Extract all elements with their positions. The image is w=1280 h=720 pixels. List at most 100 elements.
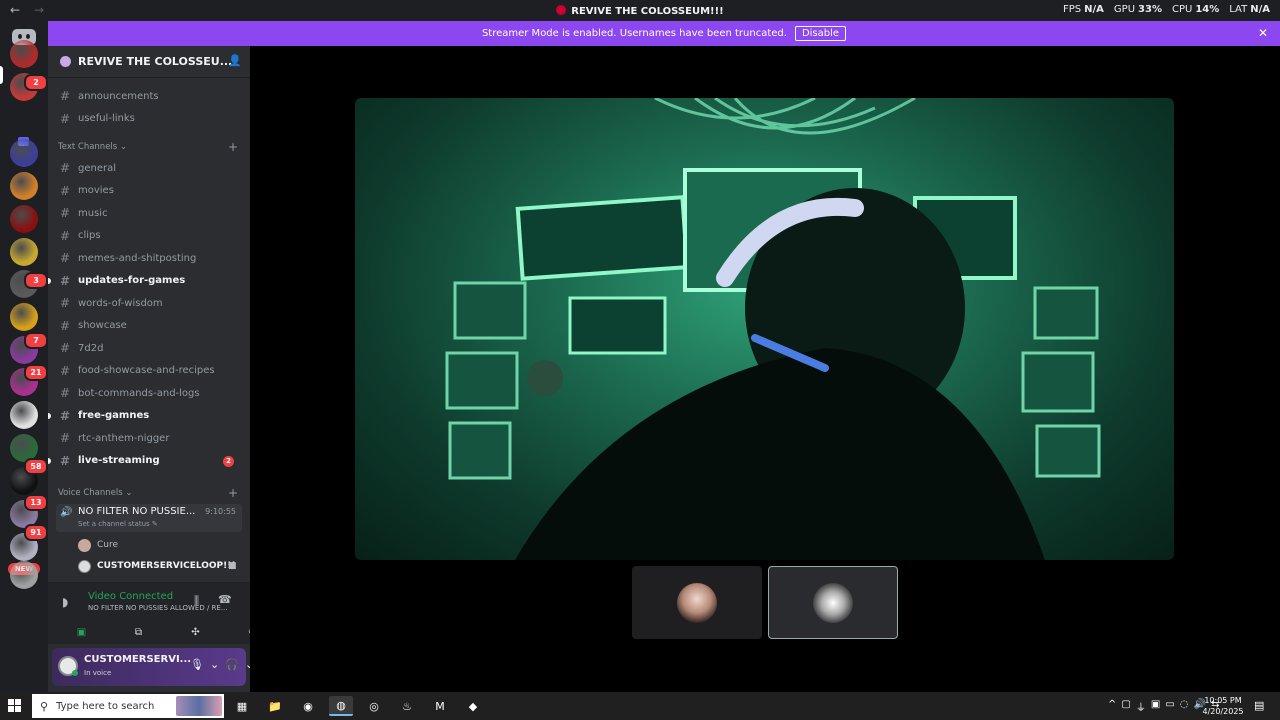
mention-badge: 2 (223, 455, 234, 467)
file-explorer-icon[interactable]: 📁 (263, 696, 287, 716)
windows-start-icon[interactable] (8, 699, 22, 713)
back-arrow-icon[interactable]: ← (8, 3, 22, 17)
steam-icon[interactable]: ♨ (395, 696, 419, 716)
hash-icon: # (60, 431, 71, 445)
network-icon[interactable]: ◌ (1180, 699, 1189, 714)
hash-icon: # (60, 341, 71, 355)
channel-useful-links[interactable]: # useful-links (56, 109, 242, 129)
voice-user-self[interactable]: CUSTOMERSERVICELOOP!!! ■ (78, 557, 237, 575)
hash-icon: # (60, 206, 71, 220)
disable-streamer-mode-button[interactable]: Disable (794, 26, 847, 41)
clock-date: 4/20/2025 (1202, 707, 1244, 716)
server-mention-badge: 58 (24, 458, 48, 475)
microphone-icon[interactable]: 🎙 (190, 658, 204, 671)
channel-label: bot-commands-and-logs (78, 387, 200, 399)
server-icon[interactable] (10, 303, 38, 331)
channel-food-showcase-and-recipes[interactable]: # food-showcase-and-recipes (56, 361, 242, 381)
channel-updates-for-games[interactable]: # updates-for-games (56, 271, 242, 291)
discord-icon[interactable]: ◍ (329, 696, 353, 716)
server-icon[interactable] (10, 40, 38, 68)
channel-label: 7d2d (78, 342, 104, 354)
create-channel-icon[interactable]: + (228, 140, 238, 154)
forward-arrow-icon[interactable]: → (32, 3, 46, 17)
channel-clips[interactable]: # clips (56, 226, 242, 246)
taskbar-search-input[interactable]: ⚲ Type here to search (32, 694, 224, 718)
taskbar-clock[interactable]: 10:05 PM 4/20/2025 (1200, 695, 1246, 717)
voice-channel-active[interactable]: 🔊 NO FILTER NO PUSSIE... 9:10:55 Set a c… (56, 504, 242, 532)
screen-share-button[interactable]: ⧉ (113, 623, 164, 641)
guild-header[interactable]: REVIVE THE COLOSSEU... ⌄ 👤 (48, 46, 250, 78)
username[interactable]: CUSTOMERSERVI... (84, 654, 191, 665)
channel-label: live-streaming (78, 455, 160, 466)
noise-suppression-icon[interactable]: ⫼ (194, 594, 199, 608)
usb-icon[interactable]: ⏚ (1136, 699, 1146, 714)
activities-button[interactable]: ✣ (170, 623, 221, 641)
channel-bot-commands-and-logs[interactable]: # bot-commands-and-logs (56, 383, 242, 403)
chevron-down-icon[interactable]: ⌄ (210, 658, 219, 671)
channel-movies[interactable]: # movies (56, 181, 242, 201)
channel-words-of-wisdom[interactable]: # words-of-wisdom (56, 293, 242, 313)
hash-icon: # (60, 251, 71, 265)
rtc-channel-link[interactable]: NO FILTER NO PUSSIES ALLOWED / RE... (88, 604, 228, 612)
server-icon[interactable] (10, 238, 38, 266)
create-voice-channel-icon[interactable]: + (228, 486, 238, 500)
server-mention-badge: 3 (24, 272, 48, 289)
channel-label: clips (78, 230, 101, 241)
headset-icon[interactable]: 🎧 (225, 658, 239, 671)
user-panel: CUSTOMERSERVI... In voice 🎙 ⌄ 🎧 ⌄ ⚙ (52, 648, 270, 686)
chrome-icon[interactable]: ◉ (296, 696, 320, 716)
set-channel-status[interactable]: Set a channel status ✎ (78, 520, 158, 528)
show-hidden-icons-icon[interactable]: ^ (1108, 699, 1116, 714)
task-view-icon[interactable]: ▦ (230, 696, 254, 716)
channel-showcase[interactable]: # showcase (56, 316, 242, 336)
channel-7d2d[interactable]: #7d2d (56, 338, 242, 358)
disconnect-icon[interactable]: ☎ (218, 593, 232, 606)
malwarebytes-icon[interactable]: M (428, 696, 452, 716)
server-icon[interactable] (10, 172, 38, 200)
server-icon[interactable] (10, 139, 38, 167)
selected-server-indicator (0, 66, 3, 84)
server-icon[interactable] (10, 205, 38, 233)
close-banner-icon[interactable]: ✕ (1258, 26, 1268, 40)
category-text-channels[interactable]: Text Channels ⌄ + (58, 140, 238, 154)
channel-music[interactable]: # music (56, 203, 242, 223)
server-icon[interactable] (10, 561, 38, 589)
banner-text: Streamer Mode is enabled. Usernames have… (481, 28, 787, 39)
channel-rtc-anthem-nigger[interactable]: # rtc-anthem-nigger (56, 428, 242, 448)
channel-label: useful-links (78, 113, 135, 124)
channel-live-streaming[interactable]: # live-streaming 2 (56, 451, 242, 471)
server-mention-badge: 13 (24, 494, 48, 511)
focused-video-stream[interactable] (355, 98, 1174, 560)
invite-people-icon[interactable]: 👤 (228, 54, 242, 67)
battery-icon[interactable]: ▭ (1165, 699, 1174, 714)
connection-signal-icon[interactable]: ◗ (62, 595, 68, 609)
camera-on-icon: ■ (228, 561, 237, 571)
participant-tile-self[interactable] (768, 566, 898, 639)
hash-icon: # (60, 318, 71, 333)
unread-indicator (48, 277, 51, 284)
boost-icon (60, 56, 71, 67)
channel-memes-and-shitposting[interactable]: # memes-and-shitposting (56, 248, 242, 268)
hash-icon: # (60, 183, 71, 198)
category-voice-channels[interactable]: Voice Channels ⌄ + (58, 486, 238, 500)
rtc-status[interactable]: Video Connected (88, 591, 173, 602)
onedrive-icon[interactable]: ▢ (1121, 699, 1130, 714)
streamer-mode-banner: Streamer Mode is enabled. Usernames have… (48, 21, 1280, 46)
server-icon[interactable] (10, 401, 38, 429)
channel-label: updates-for-games (78, 275, 186, 286)
perf-gpu: GPU 33% (1113, 4, 1162, 15)
notifications-icon[interactable]: ▤ (1254, 699, 1264, 712)
channel-free-gamnes[interactable]: # free-gamnes (56, 406, 242, 426)
participant-tile-cure[interactable] (632, 566, 762, 639)
server-mention-badge: 21 (24, 364, 48, 381)
channel-general[interactable]: # general (56, 158, 242, 178)
perf-fps: FPS N/A (1063, 4, 1104, 15)
hash-icon: # (60, 408, 71, 423)
qbittorrent-icon[interactable]: ◎ (362, 696, 386, 716)
clock-time: 10:05 PM (1204, 696, 1242, 705)
display-icon[interactable]: ▣ (1151, 699, 1160, 714)
nvidia-icon[interactable]: ◆ (461, 696, 485, 716)
channel-announcements[interactable]: # announcements (56, 86, 242, 106)
camera-button[interactable]: ▣ (56, 623, 107, 641)
voice-user-cure[interactable]: Cure (78, 536, 118, 554)
